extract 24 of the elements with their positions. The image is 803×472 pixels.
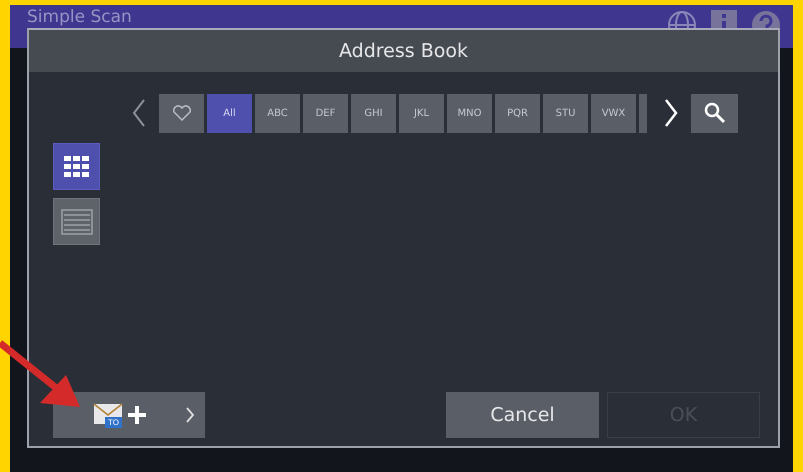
index-tab[interactable]: ABC [255,94,300,132]
list-icon [60,208,92,234]
list-view-button[interactable] [53,198,100,245]
app-title: Simple Scan [27,6,132,27]
index-tab[interactable]: All [207,94,252,132]
index-tab[interactable]: GHI [351,94,396,132]
index-tab[interactable]: MNO [447,94,492,132]
grid-icon [64,156,90,178]
index-tab[interactable]: JKL [399,94,444,132]
heart-icon [172,105,192,121]
add-destination-button[interactable]: TO [53,392,205,438]
search-button[interactable] [691,94,738,132]
search-icon [702,101,726,125]
index-tab[interactable]: STU [543,94,588,132]
index-tab[interactable]: PQR [495,94,540,132]
index-tab[interactable]: VWX [591,94,636,132]
cancel-button[interactable]: Cancel [446,392,599,438]
chevron-right-icon[interactable] [663,98,679,128]
dialog-title: Address Book [29,30,778,72]
index-tab[interactable]: DEF [303,94,348,132]
chevron-left-icon[interactable] [131,98,147,128]
favorites-tab[interactable] [159,94,204,132]
grid-view-button[interactable] [53,143,100,190]
chevron-right-icon [185,406,195,424]
